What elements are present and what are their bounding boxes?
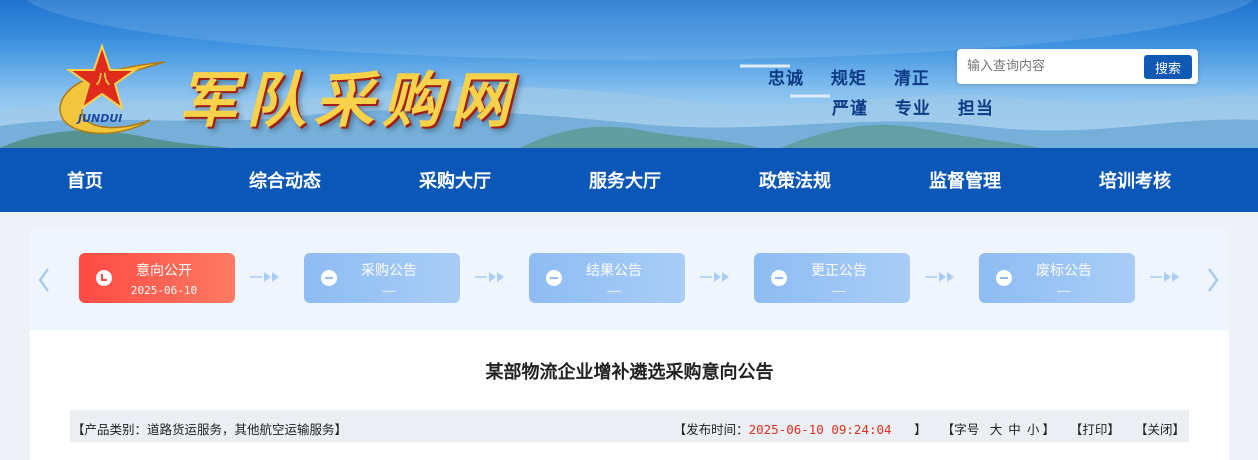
step-date: 2025-06-10: [130, 284, 198, 297]
meta-actions: 【发布时间：2025-06-10 09:24:04 】 【字号 大中小】 【打印…: [674, 419, 1185, 438]
logo-badge-text: 八: [95, 72, 111, 88]
army-star-logo: 八 JUNDUI: [59, 42, 166, 135]
font-size-prefix: 【字号: [941, 422, 980, 437]
step-label: 结果公告: [586, 263, 642, 279]
nav-item-training[interactable]: 培训考核: [1050, 148, 1220, 212]
publish-time: 2025-06-10 09:24:04: [748, 422, 892, 437]
slogan-word: 专业: [894, 99, 931, 119]
slogan-word: 严谨: [832, 99, 868, 119]
step-arrow-icon: [1150, 272, 1179, 282]
slogan-word: 规矩: [830, 69, 867, 89]
nav-item-procurement-hall[interactable]: 采购大厅: [370, 148, 540, 212]
page-title: 某部物流企业增补遴选采购意向公告: [485, 362, 774, 383]
publish-time-suffix: 】: [914, 422, 927, 437]
article-meta-bar: 【产品类别：道路货运服务，其他航空运输服务】 【发布时间：2025-06-10 …: [70, 410, 1189, 442]
font-size-medium-button[interactable]: 中: [1008, 422, 1021, 437]
header-banner: 八 JUNDUI 军队采购网 忠诚 规矩 清正 严谨 专业 担当 搜索: [0, 0, 1258, 148]
chevron-right-icon[interactable]: [1205, 266, 1221, 294]
step-label: 更正公告: [811, 263, 867, 279]
main-nav: 首页 综合动态 采购大厅 服务大厅 政策法规 监督管理 培训考核: [0, 148, 1258, 212]
slogan-word: 担当: [957, 99, 994, 119]
font-size-small-button[interactable]: 小: [1027, 422, 1040, 437]
search-box: 搜索: [957, 49, 1198, 84]
nav-item-home[interactable]: 首页: [0, 148, 200, 212]
step-arrow-icon: [475, 272, 504, 282]
step-date: ——: [1057, 284, 1071, 297]
font-size-suffix: 】: [1042, 422, 1055, 437]
content-card: 意向公开 2025-06-10 采购公告 —— 结果公告 —— 更正公告 —— …: [30, 230, 1229, 460]
step-arrow-icon: [700, 272, 729, 282]
site-name: 军队采购网: [178, 66, 518, 136]
font-size-large-button[interactable]: 大: [990, 422, 1003, 437]
step-intent-disclosure[interactable]: 意向公开 2025-06-10: [79, 253, 235, 303]
step-arrow-icon: [250, 272, 279, 282]
step-cancellation-notice[interactable]: 废标公告 ——: [979, 253, 1135, 303]
step-date: ——: [832, 284, 846, 297]
close-button[interactable]: 【关闭】: [1135, 422, 1185, 437]
slogan-word: 清正: [893, 69, 930, 89]
search-input[interactable]: [967, 55, 1147, 77]
nav-item-policy[interactable]: 政策法规: [710, 148, 880, 212]
nav-item-news[interactable]: 综合动态: [200, 148, 370, 212]
nav-item-service-hall[interactable]: 服务大厅: [540, 148, 710, 212]
step-label: 采购公告: [361, 263, 417, 279]
step-date: ——: [382, 284, 396, 297]
nav-item-supervision[interactable]: 监督管理: [880, 148, 1050, 212]
step-correction-notice[interactable]: 更正公告 ——: [754, 253, 910, 303]
slogan-row-1: 忠诚 规矩 清正: [768, 64, 950, 89]
step-result-notice[interactable]: 结果公告 ——: [529, 253, 685, 303]
product-category: 【产品类别：道路货运服务，其他航空运输服务】: [72, 422, 348, 437]
slogan-row-2: 严谨 专业 担当: [832, 94, 1014, 119]
logo-ring-text: JUNDUI: [76, 112, 122, 125]
chevron-left-icon[interactable]: [36, 266, 52, 294]
print-button[interactable]: 【打印】: [1070, 422, 1120, 437]
announcement-steps: 意向公开 2025-06-10 采购公告 —— 结果公告 —— 更正公告 —— …: [30, 230, 1229, 330]
publish-time-prefix: 【发布时间：: [673, 422, 749, 437]
step-label: 意向公开: [136, 263, 192, 279]
step-arrow-icon: [925, 272, 954, 282]
search-button[interactable]: 搜索: [1144, 55, 1192, 79]
step-label: 废标公告: [1036, 263, 1092, 279]
step-procurement-notice[interactable]: 采购公告 ——: [304, 253, 460, 303]
step-date: ——: [607, 284, 621, 297]
slogan-word: 忠诚: [768, 69, 804, 89]
